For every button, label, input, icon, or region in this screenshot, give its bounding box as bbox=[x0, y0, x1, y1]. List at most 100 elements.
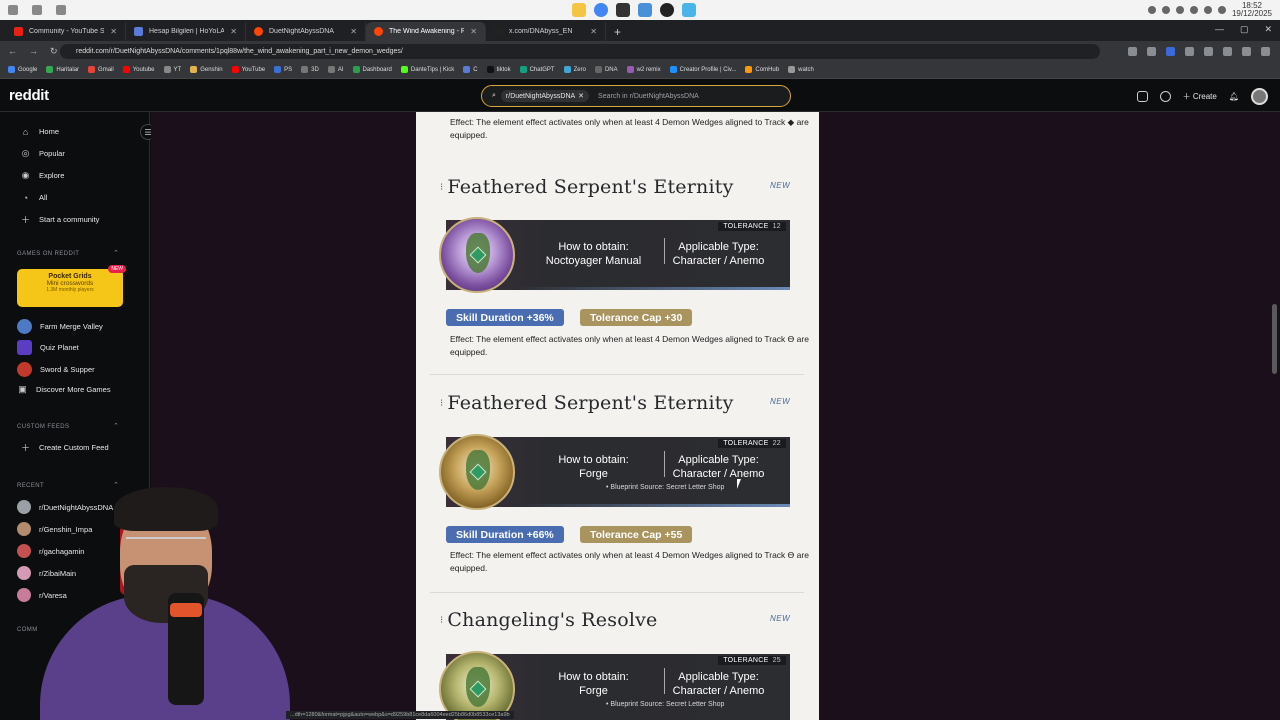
webcam-overlay bbox=[40, 485, 290, 720]
bookmark-icon bbox=[788, 66, 796, 73]
home-icon: ⌂ bbox=[22, 126, 29, 137]
back-icon[interactable]: ← bbox=[8, 46, 17, 57]
task-view-icon[interactable] bbox=[56, 5, 66, 15]
chevron-up-icon[interactable]: ⌃ bbox=[113, 422, 119, 430]
browser-tab[interactable]: Community - YouTube Studio ✕ bbox=[6, 22, 126, 41]
sidebar-item-popular[interactable]: ◎ Popular bbox=[20, 148, 65, 159]
close-icon[interactable]: ✕ bbox=[578, 92, 584, 100]
scrollbar[interactable] bbox=[1272, 304, 1277, 374]
maximize-icon[interactable]: ▢ bbox=[1240, 24, 1249, 35]
sidebar-discover-games[interactable]: ▣ Discover More Games bbox=[17, 384, 110, 395]
profile-icon[interactable] bbox=[1242, 46, 1251, 56]
bookmark-label: Zero bbox=[573, 66, 586, 73]
bookmark-item[interactable]: AI bbox=[327, 66, 344, 73]
bookmark-item[interactable]: DanteTips | Kick bbox=[400, 66, 454, 73]
chat-icon[interactable] bbox=[1159, 91, 1171, 102]
close-icon[interactable]: ✕ bbox=[230, 27, 237, 36]
bookmark-item[interactable]: YouTube bbox=[231, 66, 265, 73]
browser-tab-active[interactable]: The Wind Awakening - Part I | N ✕ bbox=[366, 22, 486, 41]
tray-icon[interactable] bbox=[1147, 6, 1156, 14]
bookmark-item[interactable]: watch bbox=[788, 66, 814, 73]
volume-icon[interactable] bbox=[1217, 6, 1226, 14]
sidebar-game-farm-merge-valley[interactable]: Farm Merge Valley bbox=[17, 319, 103, 334]
browser-tab[interactable]: DuetNightAbyssDNA ✕ bbox=[246, 22, 366, 41]
wifi-icon[interactable] bbox=[1203, 6, 1212, 14]
bookmark-item[interactable]: Creator Profile | Civ... bbox=[669, 66, 736, 73]
bookmark-item[interactable]: PS bbox=[274, 66, 292, 73]
tray-icon[interactable] bbox=[1175, 6, 1184, 14]
bookmark-item[interactable]: tiktok bbox=[486, 66, 511, 73]
forward-icon[interactable]: → bbox=[29, 46, 38, 57]
app-icon[interactable] bbox=[660, 3, 674, 17]
bookmark-item[interactable]: Dashboard bbox=[352, 66, 392, 73]
bookmark-label: w2 remix bbox=[636, 66, 661, 73]
avatar[interactable] bbox=[1251, 88, 1268, 105]
sidebar-item-home[interactable]: ⌂ Home bbox=[20, 126, 59, 137]
search-input[interactable]: Search in r/DuetNightAbyssDNA bbox=[594, 93, 699, 100]
promo-subtitle: Mini crosswords bbox=[46, 280, 94, 287]
sidebar-create-custom-feed[interactable]: ＋ Create Custom Feed bbox=[20, 442, 109, 453]
search-icon[interactable] bbox=[32, 5, 42, 15]
app-icon[interactable] bbox=[638, 3, 652, 17]
chevron-up-icon[interactable]: ⌃ bbox=[113, 249, 119, 257]
notifications-icon[interactable]: 🔔︎ bbox=[1229, 92, 1239, 101]
sidebar-item-label: Sword & Supper bbox=[40, 365, 95, 374]
download-icon[interactable] bbox=[1223, 46, 1232, 56]
tray-icon[interactable] bbox=[1161, 6, 1170, 14]
sidebar-item-all[interactable]: ◔ All bbox=[20, 192, 48, 203]
close-icon[interactable]: ✕ bbox=[350, 27, 357, 36]
extension-icon[interactable] bbox=[1204, 46, 1213, 56]
minimize-icon[interactable]: — bbox=[1215, 24, 1224, 35]
app-icon[interactable] bbox=[682, 3, 696, 17]
extension-icon[interactable] bbox=[1147, 46, 1156, 56]
close-icon[interactable]: ✕ bbox=[590, 27, 597, 36]
browser-tab[interactable]: x.com/DNAbyss_EN ✕ bbox=[486, 22, 606, 41]
bookmark-item[interactable]: DNA bbox=[594, 66, 618, 73]
bookmark-label: Google bbox=[18, 66, 38, 73]
ads-icon[interactable] bbox=[1136, 91, 1148, 102]
chrome-icon[interactable] bbox=[594, 3, 608, 17]
tolerance-badge: TOLERANCE 22 bbox=[718, 439, 786, 448]
extension-icon[interactable] bbox=[1185, 46, 1194, 56]
extension-icon[interactable] bbox=[1128, 46, 1137, 56]
divider bbox=[430, 592, 804, 593]
create-button[interactable]: ＋ Create bbox=[1183, 91, 1217, 102]
bookmark-item[interactable]: ComHub bbox=[745, 66, 779, 73]
reload-icon[interactable]: ↻ bbox=[50, 46, 58, 57]
bookmark-item[interactable]: YT bbox=[163, 66, 181, 73]
extension-icon[interactable] bbox=[1166, 46, 1175, 56]
tray-icon[interactable] bbox=[1189, 6, 1198, 14]
bookmark-item[interactable]: Gmail bbox=[88, 66, 114, 73]
folder-icon[interactable] bbox=[572, 3, 586, 17]
bookmark-item[interactable]: Zero bbox=[563, 66, 586, 73]
window-controls: — ▢ ✕ bbox=[1215, 24, 1272, 35]
bookmark-item[interactable]: 3D bbox=[301, 66, 319, 73]
system-clock[interactable]: 18:52 19/12/2025 bbox=[1232, 2, 1272, 18]
app-icon[interactable] bbox=[616, 3, 630, 17]
game-icon bbox=[17, 319, 32, 334]
new-tab-button[interactable]: + bbox=[606, 22, 629, 41]
close-window-icon[interactable]: ✕ bbox=[1264, 24, 1272, 35]
url-field[interactable]: reddit.com/r/DuetNightAbyssDNA/comments/… bbox=[60, 43, 1100, 59]
bookmark-item[interactable]: C bbox=[463, 66, 478, 73]
start-icon[interactable] bbox=[8, 5, 18, 15]
sidebar-game-sword-supper[interactable]: Sword & Supper bbox=[17, 362, 95, 377]
reddit-logo[interactable]: reddit bbox=[9, 87, 49, 104]
effect-text: Effect: The element effect activates onl… bbox=[450, 550, 809, 573]
browser-tab[interactable]: Hesap Bilgileri | HoYoLAB ✕ bbox=[126, 22, 246, 41]
bookmark-item[interactable]: Youtube bbox=[122, 66, 155, 73]
close-icon[interactable]: ✕ bbox=[470, 27, 477, 36]
promo-card[interactable]: NEW Pocket Grids Mini crosswords 1.3M mo… bbox=[17, 265, 126, 307]
bookmark-item[interactable]: w2 remix bbox=[626, 66, 661, 73]
bookmark-item[interactable]: ChatGPT bbox=[519, 66, 555, 73]
close-icon[interactable]: ✕ bbox=[110, 27, 117, 36]
bookmark-item[interactable]: Google bbox=[8, 66, 37, 73]
menu-icon[interactable] bbox=[1261, 46, 1270, 56]
search-scope-chip[interactable]: r/DuetNightAbyssDNA ✕ bbox=[500, 90, 590, 102]
bookmark-item[interactable]: Haritalar bbox=[46, 66, 79, 73]
sidebar-item-explore[interactable]: ◉ Explore bbox=[20, 170, 65, 181]
sidebar-item-start-community[interactable]: ＋ Start a community bbox=[20, 214, 99, 225]
sidebar-game-quiz-planet[interactable]: Quiz Planet bbox=[17, 340, 79, 355]
search-bar[interactable]: ⌕ r/DuetNightAbyssDNA ✕ Search in r/Duet… bbox=[481, 85, 791, 107]
bookmark-item[interactable]: Genshin bbox=[190, 66, 223, 73]
